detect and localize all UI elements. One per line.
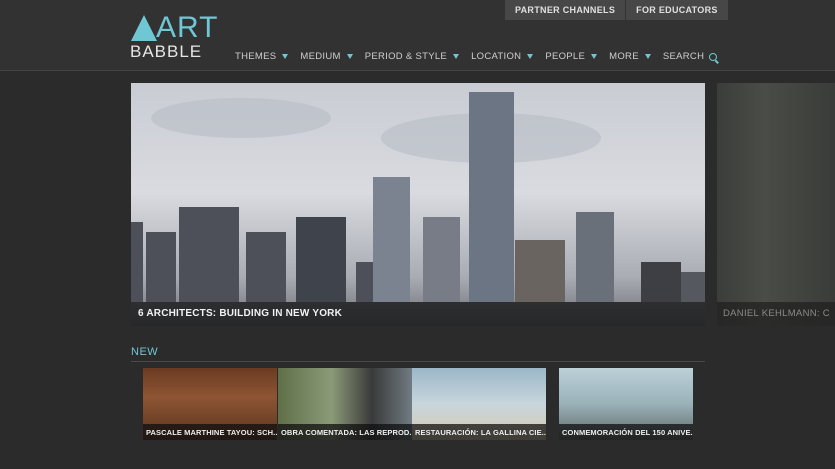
thumbnail-caption-bar: RESTAURACIÓN: LA GALLINA CIE...	[412, 424, 546, 440]
main-nav: THEMES MEDIUM PERIOD & STYLE LOCATION PE…	[235, 51, 729, 62]
next-slide-preview[interactable]: DANIEL KEHLMANN: C	[717, 83, 835, 326]
artbabble-logo[interactable]: ART BABBLE	[130, 13, 217, 63]
video-thumbnail[interactable]: OBRA COMENTADA: LAS REPROD...	[278, 368, 412, 440]
thumbnail-title: OBRA COMENTADA: LAS REPROD...	[281, 428, 412, 437]
top-links: PARTNER CHANNELS FOR EDUCATORS	[505, 0, 729, 20]
chevron-down-icon	[282, 54, 289, 59]
chevron-down-icon	[644, 54, 651, 59]
hero-caption-bar: 6 ARCHITECTS: BUILDING IN NEW YORK	[131, 302, 705, 326]
building	[146, 232, 176, 302]
building	[681, 272, 705, 302]
next-slide-caption-bar: DANIEL KEHLMANN: C	[717, 302, 835, 326]
logo-babble-text: BABBLE	[130, 42, 203, 61]
nav-people[interactable]: PEOPLE	[545, 51, 598, 62]
chevron-down-icon	[527, 54, 534, 59]
chevron-down-icon	[453, 54, 460, 59]
nav-themes[interactable]: THEMES	[235, 51, 289, 62]
search-icon	[709, 52, 718, 61]
building	[179, 207, 239, 302]
hero-slide[interactable]: 6 ARCHITECTS: BUILDING IN NEW YORK	[131, 83, 705, 326]
video-thumbnail[interactable]: CONMEMORACIÓN DEL 150 ANIVE...	[559, 368, 693, 440]
nav-medium[interactable]: MEDIUM	[300, 51, 353, 62]
nav-label: LOCATION	[471, 51, 522, 62]
cloud-shape	[151, 98, 331, 138]
thumbnail-title: RESTAURACIÓN: LA GALLINA CIE...	[415, 428, 546, 437]
nav-label: PERIOD & STYLE	[364, 51, 448, 62]
hero-caption[interactable]: 6 ARCHITECTS: BUILDING IN NEW YORK	[138, 308, 342, 319]
building	[296, 217, 346, 302]
nav-period-style[interactable]: PERIOD & STYLE	[364, 51, 460, 62]
nav-search[interactable]: SEARCH	[662, 51, 718, 62]
site-header: ART BABBLE PARTNER CHANNELS FOR EDUCATOR…	[0, 0, 835, 71]
next-slide-caption: DANIEL KEHLMANN: C	[723, 308, 830, 319]
new-videos-row: PASCALE MARTHINE TAYOU: SCH... OBRA COME…	[143, 368, 694, 440]
nav-location[interactable]: LOCATION	[471, 51, 534, 62]
chevron-down-icon	[591, 54, 598, 59]
building	[373, 177, 410, 302]
search-label: SEARCH	[662, 51, 705, 62]
for-educators-link[interactable]: FOR EDUCATORS	[626, 0, 728, 20]
building	[469, 92, 514, 302]
thumbnail-caption-bar: PASCALE MARTHINE TAYOU: SCH...	[143, 424, 277, 440]
partner-channels-link[interactable]: PARTNER CHANNELS	[505, 0, 626, 20]
nav-label: MEDIUM	[300, 51, 341, 62]
nav-more[interactable]: MORE	[609, 51, 651, 62]
logo-triangle	[131, 15, 157, 41]
thumbnail-caption-bar: OBRA COMENTADA: LAS REPROD...	[278, 424, 412, 440]
building	[515, 240, 565, 302]
thumbnail-caption-bar: CONMEMORACIÓN DEL 150 ANIVE...	[559, 424, 693, 440]
thumbnail-title: CONMEMORACIÓN DEL 150 ANIVE...	[562, 428, 693, 437]
building	[423, 217, 460, 302]
thumbnail-title: PASCALE MARTHINE TAYOU: SCH...	[146, 428, 277, 437]
section-divider	[131, 361, 705, 362]
logo-art-text: ART	[156, 11, 219, 44]
building	[576, 212, 614, 302]
video-thumbnail[interactable]: RESTAURACIÓN: LA GALLINA CIE...	[412, 368, 546, 440]
nav-label: MORE	[609, 51, 639, 62]
building	[246, 232, 286, 302]
new-section-title: NEW	[131, 346, 159, 358]
video-thumbnail[interactable]: PASCALE MARTHINE TAYOU: SCH...	[143, 368, 277, 440]
chevron-down-icon	[346, 54, 353, 59]
nav-label: THEMES	[235, 51, 277, 62]
nav-label: PEOPLE	[545, 51, 586, 62]
building	[641, 262, 681, 302]
building	[131, 222, 143, 302]
